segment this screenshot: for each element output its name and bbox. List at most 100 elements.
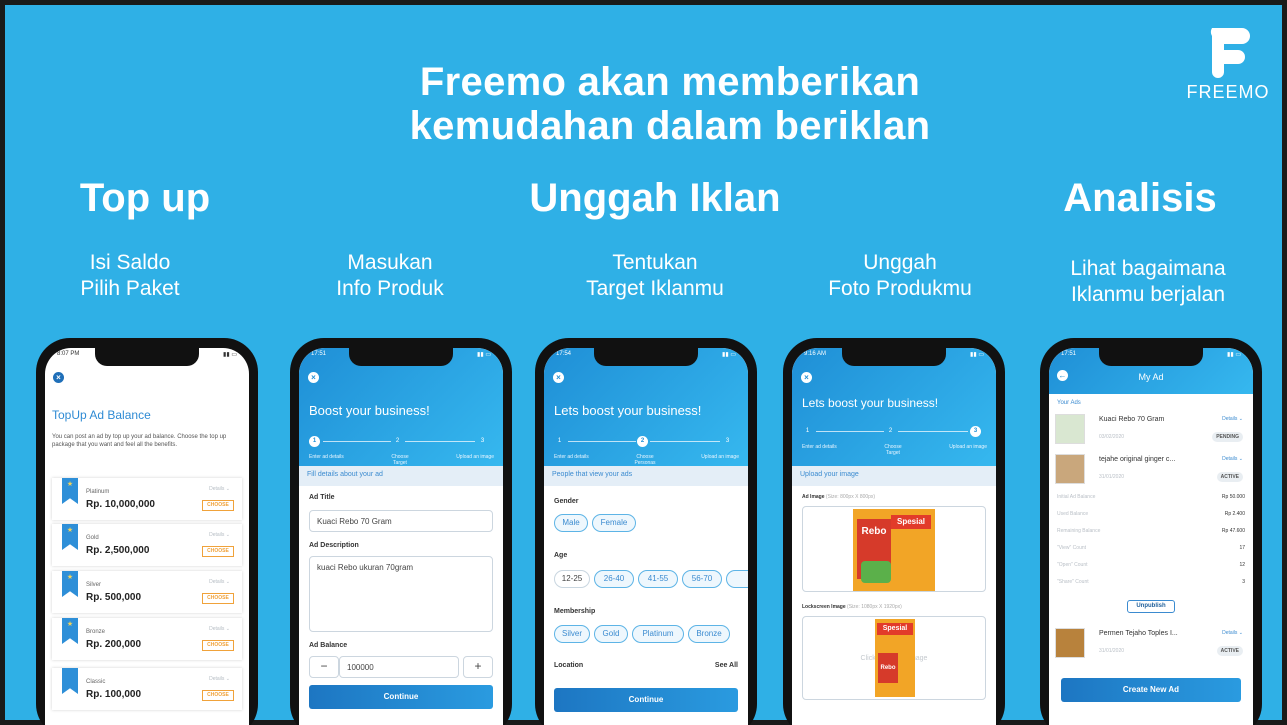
ad-thumbnail bbox=[1055, 454, 1085, 484]
see-all-link[interactable]: See All bbox=[715, 662, 738, 669]
choose-button[interactable]: CHOOSE bbox=[202, 593, 234, 604]
plus-button[interactable]: + bbox=[463, 656, 493, 678]
lockscreen-image-upload[interactable]: Click to upload image Spesial Rebo bbox=[802, 616, 986, 700]
chip-membership[interactable]: Gold bbox=[594, 625, 628, 643]
label-text: Lockscreen Image bbox=[802, 604, 846, 610]
freemo-logo: FREEMO bbox=[1183, 20, 1273, 103]
chip-age[interactable]: 12-25 bbox=[554, 570, 590, 588]
stat-row: "Open" Count 12 bbox=[1057, 562, 1245, 568]
close-icon[interactable]: × bbox=[308, 372, 319, 383]
ribbon-icon: ★ bbox=[62, 524, 78, 550]
choose-button[interactable]: CHOOSE bbox=[202, 500, 234, 511]
status-time: 9:16 AM bbox=[804, 351, 827, 357]
boost-title: Lets boost your business! bbox=[554, 403, 702, 418]
choose-button[interactable]: CHOOSE bbox=[202, 546, 234, 557]
ad-title-input[interactable]: Kuaci Rebo 70 Gram bbox=[309, 510, 493, 532]
phone-notch bbox=[842, 348, 946, 366]
details-link[interactable]: Details ⌄ bbox=[209, 579, 230, 585]
details-label: Details bbox=[1222, 456, 1238, 462]
step-3: 3 bbox=[725, 438, 730, 444]
choose-button[interactable]: CHOOSE bbox=[202, 690, 234, 701]
package-name: Bronze bbox=[86, 629, 106, 635]
page-description: You can post an ad by top up your ad bal… bbox=[52, 434, 227, 448]
phone-screen: 17:51 ▮▮ ▭ × Boost your business! 1 2 3 E… bbox=[299, 348, 503, 725]
ad-balance-input[interactable]: 100000 bbox=[339, 656, 459, 678]
ad-image-label: Ad Image (Size: 800px X 800px) bbox=[802, 494, 875, 500]
step-1: 1 bbox=[805, 428, 810, 434]
ad-name: Kuaci Rebo 70 Gram bbox=[1099, 416, 1165, 423]
details-link[interactable]: Details ⌄ bbox=[1222, 630, 1243, 636]
package-price: Rp. 500,000 bbox=[86, 592, 142, 603]
package-card-gold[interactable]: ★ Gold Rp. 2,500,000 Details ⌄ CHOOSE bbox=[52, 524, 242, 566]
details-label: Details bbox=[209, 626, 225, 632]
package-card-bronze[interactable]: ★ Bronze Rp. 200,000 Details ⌄ CHOOSE bbox=[52, 618, 242, 660]
product-pack bbox=[861, 561, 891, 583]
subtitle-foto: Unggah Foto Produkmu bbox=[800, 250, 1000, 302]
continue-button[interactable]: Continue bbox=[554, 688, 738, 712]
ad-date: 31/01/2020 bbox=[1099, 474, 1125, 480]
your-ads-label: Your Ads bbox=[1057, 400, 1081, 406]
ad-image-upload[interactable]: Rebo Spesial bbox=[802, 506, 986, 592]
subtitle-line: Lihat bagaimana bbox=[1070, 257, 1226, 280]
details-link[interactable]: Details ⌄ bbox=[209, 486, 230, 492]
step-label: Upload an image bbox=[701, 454, 739, 460]
section-bar: Fill details about your ad bbox=[299, 466, 503, 486]
details-label: Details bbox=[209, 532, 225, 538]
package-name: Platinum bbox=[86, 489, 110, 495]
chip-female[interactable]: Female bbox=[592, 514, 636, 532]
details-link[interactable]: Details ⌄ bbox=[209, 676, 230, 682]
chip-age[interactable]: 56-70 bbox=[682, 570, 722, 588]
subtitle-line: Isi Saldo bbox=[89, 251, 171, 274]
ad-row[interactable]: tejahe original ginger c... 31/01/2020 D… bbox=[1055, 454, 1247, 494]
continue-button[interactable]: Continue bbox=[309, 685, 493, 709]
close-icon[interactable]: × bbox=[801, 372, 812, 383]
ribbon-icon: ★ bbox=[62, 571, 78, 597]
choose-button[interactable]: CHOOSE bbox=[202, 640, 234, 651]
details-label: Details bbox=[209, 486, 225, 492]
details-label: Details bbox=[1222, 630, 1238, 636]
chip-membership[interactable]: Platinum bbox=[632, 625, 684, 643]
package-card-classic[interactable]: Classic Rp. 100,000 Details ⌄ CHOOSE bbox=[52, 668, 242, 710]
details-link[interactable]: Details ⌄ bbox=[209, 626, 230, 632]
ad-description-input[interactable]: kuaci Rebo ukuran 70gram bbox=[309, 556, 493, 632]
details-link[interactable]: Details ⌄ bbox=[209, 532, 230, 538]
section-title-topup: Top up bbox=[79, 176, 211, 220]
subtitle-line: Pilih Paket bbox=[80, 277, 180, 300]
chip-male[interactable]: Male bbox=[554, 514, 588, 532]
stat-value: 3 bbox=[1242, 579, 1245, 585]
stat-row: "Share" Count 3 bbox=[1057, 579, 1245, 585]
close-icon[interactable]: × bbox=[553, 372, 564, 383]
details-link[interactable]: Details ⌄ bbox=[1222, 456, 1243, 462]
product-image: Rebo Spesial bbox=[853, 509, 935, 591]
package-card-silver[interactable]: ★ Silver Rp. 500,000 Details ⌄ CHOOSE bbox=[52, 571, 242, 613]
minus-button[interactable]: − bbox=[309, 656, 339, 678]
stat-row: Remaining Balance Rp 47.600 bbox=[1057, 528, 1245, 534]
chip-age-more[interactable] bbox=[726, 570, 748, 588]
ad-row[interactable]: Kuaci Rebo 70 Gram 03/02/2020 Details ⌄ … bbox=[1055, 414, 1247, 454]
close-icon[interactable]: × bbox=[53, 372, 64, 383]
stat-value: Rp 47.600 bbox=[1221, 528, 1245, 534]
chip-age[interactable]: 41-55 bbox=[638, 570, 678, 588]
chip-membership[interactable]: Silver bbox=[554, 625, 590, 643]
location-label: Location bbox=[554, 662, 584, 669]
details-link[interactable]: Details ⌄ bbox=[1222, 416, 1243, 422]
status-badge: PENDING bbox=[1212, 432, 1243, 442]
status-time: 8:07 PM bbox=[57, 351, 80, 357]
ribbon-icon: ★ bbox=[62, 618, 78, 644]
chip-age[interactable]: 26-40 bbox=[594, 570, 634, 588]
subtitle-line: Target Iklanmu bbox=[586, 277, 724, 300]
product-tag: Spesial bbox=[891, 515, 931, 529]
ad-row[interactable]: Permen Tejaho Toples I... 31/01/2020 Det… bbox=[1055, 628, 1247, 668]
chip-membership[interactable]: Bronze bbox=[688, 625, 730, 643]
ribbon-icon: ★ bbox=[62, 478, 78, 504]
package-card-platinum[interactable]: ★ Platinum Rp. 10,000,000 Details ⌄ CHOO… bbox=[52, 478, 242, 520]
subtitle-info: Masukan Info Produk bbox=[290, 250, 490, 302]
stat-label: "Open" Count bbox=[1057, 562, 1088, 568]
package-price: Rp. 2,500,000 bbox=[86, 545, 150, 556]
unpublish-button[interactable]: Unpublish bbox=[1127, 600, 1175, 613]
create-new-ad-button[interactable]: Create New Ad bbox=[1061, 678, 1241, 702]
details-label: Details bbox=[1222, 416, 1238, 422]
step-3: 3 bbox=[970, 426, 981, 437]
subtitle-line: Info Produk bbox=[336, 277, 444, 300]
size-hint: (Size: 800px X 800px) bbox=[825, 494, 876, 500]
